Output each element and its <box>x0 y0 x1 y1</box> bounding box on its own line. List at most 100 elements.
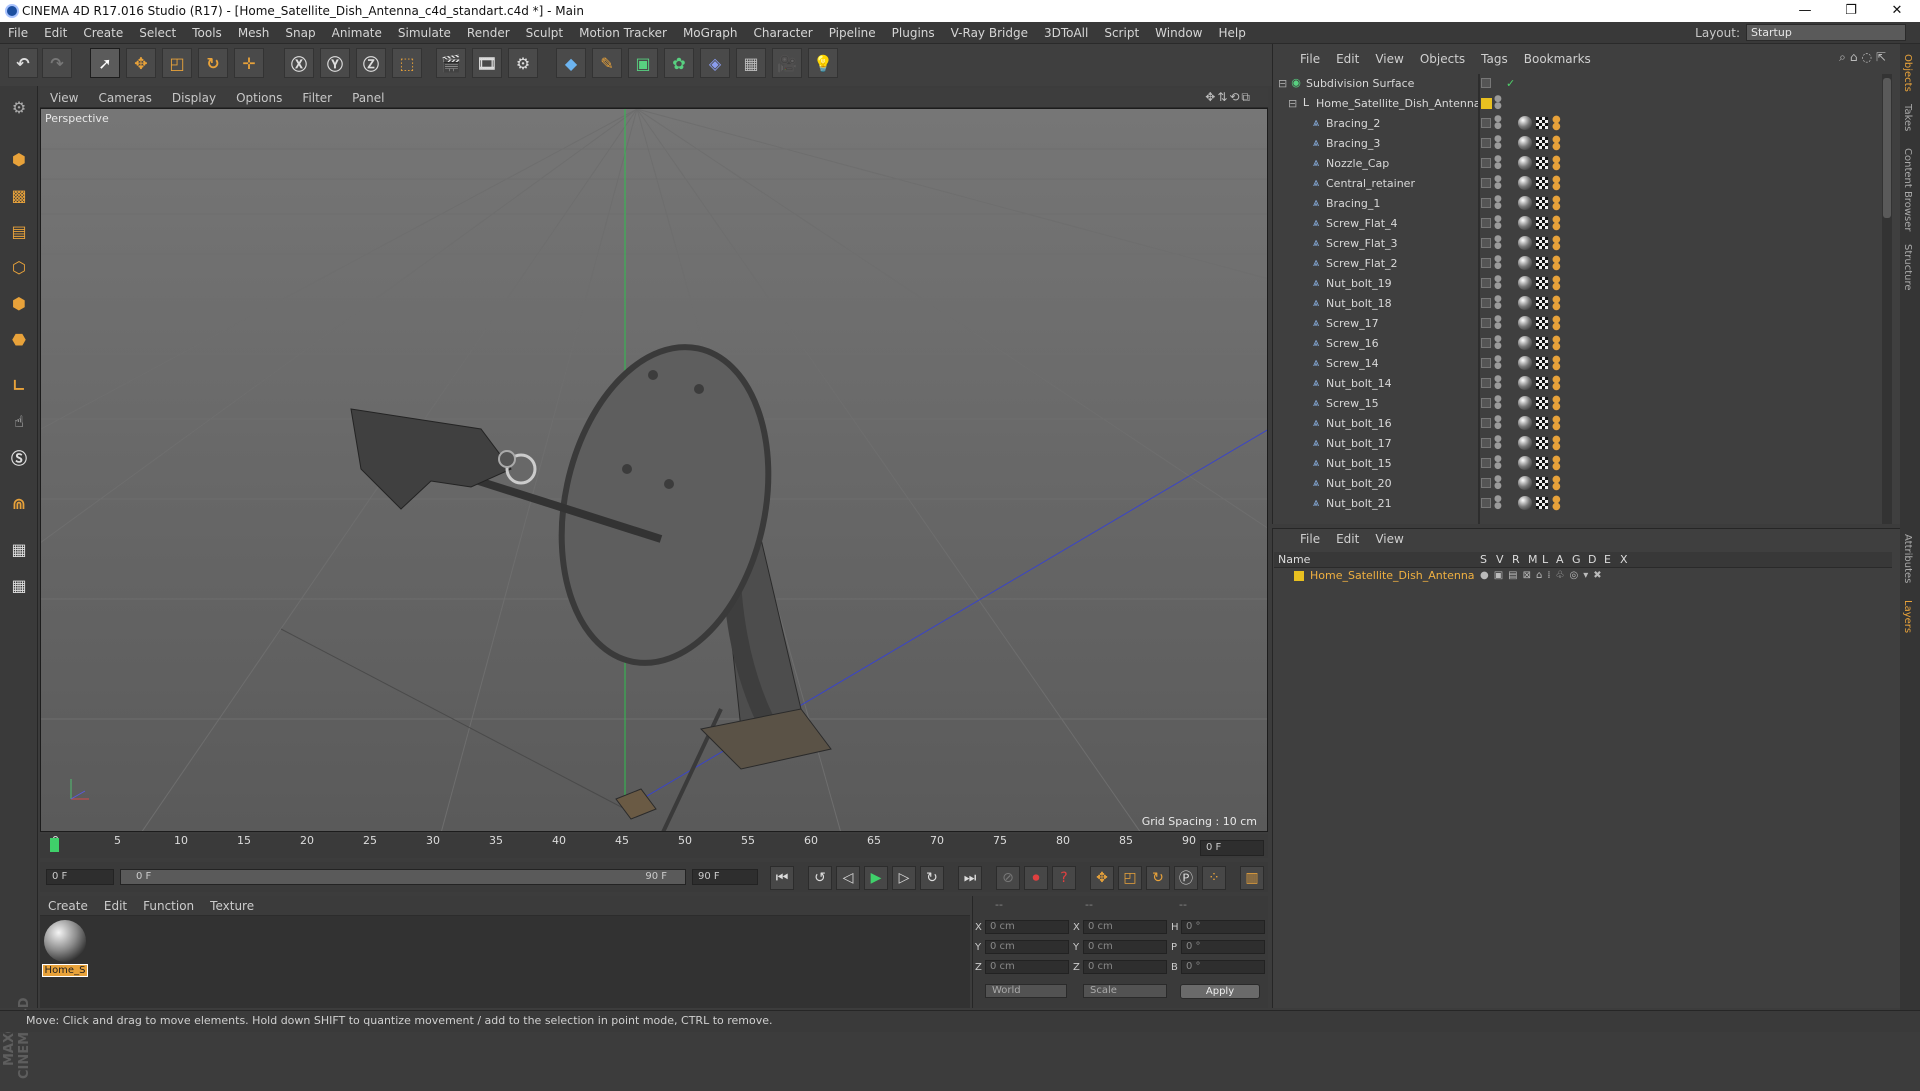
render-visibility-dots[interactable]: ● ● <box>1494 395 1502 411</box>
visibility-toggle-icon[interactable] <box>1481 198 1491 208</box>
object-row[interactable]: ⩓ Screw_14 ● ● ● ● <box>1274 354 1880 374</box>
menu-snap[interactable]: Snap <box>277 26 323 40</box>
layers-menu-file[interactable]: File <box>1292 532 1328 546</box>
visibility-toggle-icon[interactable] <box>1481 238 1491 248</box>
rotate-icon[interactable]: ↻ <box>198 48 228 78</box>
menu-plugins[interactable]: Plugins <box>884 26 943 40</box>
menu-edit[interactable]: Edit <box>36 26 75 40</box>
render-visibility-dots[interactable]: ● ● <box>1494 295 1502 311</box>
material-tag-icon[interactable] <box>1518 376 1532 390</box>
object-list-scrollbar[interactable] <box>1882 74 1892 524</box>
selection-tag-icon[interactable]: ● ● <box>1552 275 1564 292</box>
viewport-menu-options[interactable]: Options <box>226 91 292 105</box>
selection-tag-icon[interactable]: ● ● <box>1552 315 1564 332</box>
material-preview-sphere[interactable] <box>44 920 86 962</box>
go-to-start-icon[interactable]: ⏮ <box>770 866 794 890</box>
key-scale-icon[interactable]: ◰ <box>1118 866 1142 890</box>
layer-col-a[interactable]: A <box>1556 552 1564 568</box>
selection-tag-icon[interactable]: ● ● <box>1552 335 1564 352</box>
menu-create[interactable]: Create <box>75 26 131 40</box>
layer-col-l[interactable]: L <box>1542 552 1548 568</box>
layer-col-d[interactable]: D <box>1588 552 1596 568</box>
playhead[interactable] <box>50 838 59 852</box>
material-tag-icon[interactable] <box>1518 256 1532 270</box>
next-frame-icon[interactable]: ▷ <box>892 866 916 890</box>
material-tag-icon[interactable] <box>1518 216 1532 230</box>
object-row[interactable]: ⩓ Nut_bolt_16 ● ● ● ● <box>1274 414 1880 434</box>
light-icon[interactable]: 💡 <box>808 48 838 78</box>
material-tag-icon[interactable] <box>1518 236 1532 250</box>
layer-col-s[interactable]: S <box>1480 552 1487 568</box>
selection-tag-icon[interactable]: ● ● <box>1552 255 1564 272</box>
render-visibility-dots[interactable]: ● ● <box>1494 115 1502 131</box>
visibility-toggle-icon[interactable] <box>1481 138 1491 148</box>
object-row[interactable]: ⩓ Nut_bolt_18 ● ● ● ● <box>1274 294 1880 314</box>
redo-icon[interactable]: ↷ <box>42 48 72 78</box>
key-rotation-icon[interactable]: ↻ <box>1146 866 1170 890</box>
texture-tag-icon[interactable] <box>1536 177 1548 189</box>
object-row[interactable]: ⩓ Nut_bolt_17 ● ● ● ● <box>1274 434 1880 454</box>
selection-tag-icon[interactable]: ● ● <box>1552 355 1564 372</box>
texture-tag-icon[interactable] <box>1536 497 1548 509</box>
object-row[interactable]: ⩓ Screw_17 ● ● ● ● <box>1274 314 1880 334</box>
layer-color-swatch[interactable] <box>1294 571 1304 581</box>
material-name[interactable]: Home_S <box>42 964 88 977</box>
frame-range-slider[interactable]: 0 F 90 F <box>120 869 686 885</box>
menu-character[interactable]: Character <box>745 26 820 40</box>
material-menu-function[interactable]: Function <box>135 899 202 913</box>
texture-tag-icon[interactable] <box>1536 357 1548 369</box>
selection-tag-icon[interactable]: ● ● <box>1552 195 1564 212</box>
object-manager-tool-icons[interactable]: ⌕⌂◌⇱ <box>1839 50 1890 65</box>
position-z-field[interactable]: 0 cm <box>985 960 1069 974</box>
object-row[interactable]: ⩓ Screw_Flat_4 ● ● ● ● <box>1274 214 1880 234</box>
layers-menu-view[interactable]: View <box>1367 532 1411 546</box>
world-dropdown[interactable]: World <box>985 984 1067 998</box>
object-row[interactable]: ⩓ Nut_bolt_14 ● ● ● ● <box>1274 374 1880 394</box>
render-visibility-dots[interactable]: ● ● <box>1494 415 1502 431</box>
object-row[interactable]: ⩓ Nut_bolt_20 ● ● ● ● <box>1274 474 1880 494</box>
material-menu-create[interactable]: Create <box>40 899 96 913</box>
undo-icon[interactable]: ↶ <box>8 48 38 78</box>
material-tag-icon[interactable] <box>1518 116 1532 130</box>
go-to-end-icon[interactable]: ⏭ <box>958 866 982 890</box>
render-visibility-dots[interactable]: ● ● <box>1494 195 1502 211</box>
move-icon[interactable]: ✥ <box>126 48 156 78</box>
position-x-field[interactable]: 0 cm <box>985 920 1069 934</box>
selection-tag-icon[interactable]: ● ● <box>1552 155 1564 172</box>
snap-icon[interactable]: Ⓢ <box>4 442 34 472</box>
texture-tag-icon[interactable] <box>1536 377 1548 389</box>
enabled-check-icon[interactable]: ✓ <box>1506 74 1515 94</box>
render-view-icon[interactable]: 🎬 <box>436 48 466 78</box>
menu-help[interactable]: Help <box>1210 26 1253 40</box>
workplane-mode-icon[interactable]: ▤ <box>4 216 34 246</box>
visibility-toggle-icon[interactable] <box>1481 438 1491 448</box>
y-axis-lock-icon[interactable]: Ⓨ <box>320 48 350 78</box>
key-pla-icon[interactable]: ⁘ <box>1202 866 1226 890</box>
menu-simulate[interactable]: Simulate <box>390 26 459 40</box>
texture-tag-icon[interactable] <box>1536 297 1548 309</box>
material-tag-icon[interactable] <box>1518 156 1532 170</box>
cube-primitive-icon[interactable]: ◆ <box>556 48 586 78</box>
render-visibility-dots[interactable]: ● ● <box>1494 355 1502 371</box>
render-visibility-dots[interactable]: ● ● <box>1494 315 1502 331</box>
subdivision-surface-icon[interactable]: ▣ <box>628 48 658 78</box>
render-visibility-dots[interactable]: ● ● <box>1494 215 1502 231</box>
texture-tag-icon[interactable] <box>1536 457 1548 469</box>
make-editable-icon[interactable]: ⚙ <box>4 92 34 122</box>
viewport-menu-view[interactable]: View <box>40 91 88 105</box>
tab-structure[interactable]: Structure <box>1902 244 1913 291</box>
material-tag-icon[interactable] <box>1518 316 1532 330</box>
material-tag-icon[interactable] <box>1518 356 1532 370</box>
texture-tag-icon[interactable] <box>1536 137 1548 149</box>
minimize-button[interactable]: — <box>1782 0 1828 22</box>
visibility-toggle-icon[interactable] <box>1481 478 1491 488</box>
size-y-field[interactable]: 0 cm <box>1083 940 1167 954</box>
texture-tag-icon[interactable] <box>1536 257 1548 269</box>
tab-objects[interactable]: Objects <box>1902 54 1913 92</box>
rotation-h-field[interactable]: 0 ° <box>1181 920 1265 934</box>
texture-tag-icon[interactable] <box>1536 317 1548 329</box>
visibility-toggle-icon[interactable] <box>1481 378 1491 388</box>
selection-tag-icon[interactable]: ● ● <box>1552 115 1564 132</box>
object-row[interactable]: ⩓ Screw_Flat_2 ● ● ● ● <box>1274 254 1880 274</box>
object-row[interactable]: ⩓ Nut_bolt_19 ● ● ● ● <box>1274 274 1880 294</box>
